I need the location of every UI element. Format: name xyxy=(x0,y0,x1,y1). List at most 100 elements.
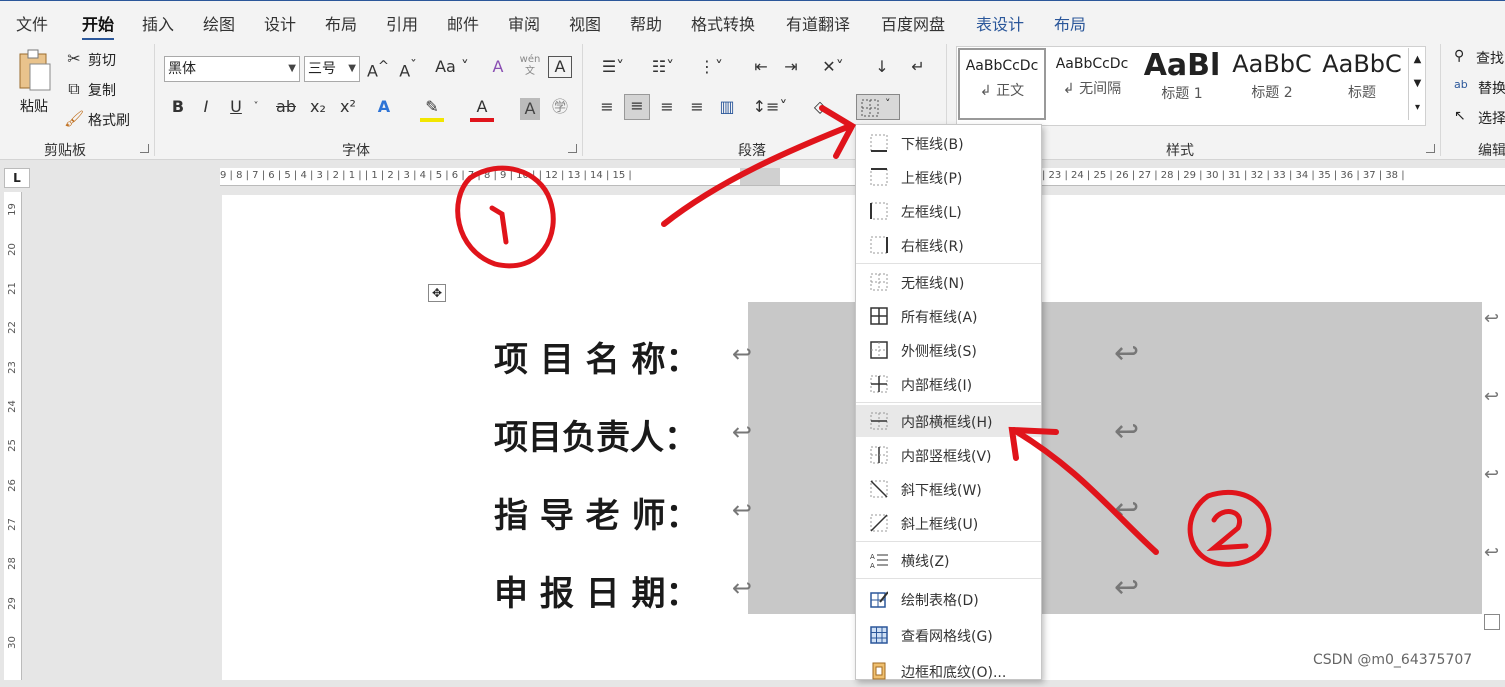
clipboard-launcher-icon[interactable] xyxy=(140,144,149,153)
menu-item-outside-borders[interactable]: 外侧框线(S) xyxy=(856,334,1041,366)
chevron-down-icon[interactable]: ▼ xyxy=(1409,72,1426,96)
style-normal[interactable]: AaBbCcDc ↲ 正文 xyxy=(958,48,1046,120)
tab-table-layout[interactable]: 布局 xyxy=(1054,11,1086,35)
text-effects-icon[interactable]: A xyxy=(372,96,396,118)
tab-home[interactable]: 开始 xyxy=(82,11,115,41)
menu-item-bottom-border[interactable]: 下框线(B) xyxy=(856,127,1041,159)
tab-view[interactable]: 视图 xyxy=(569,11,601,35)
tab-design[interactable]: 设计 xyxy=(264,11,296,35)
chevron-up-icon[interactable]: ▲ xyxy=(1409,48,1426,72)
no-border-icon xyxy=(870,273,888,291)
tab-file[interactable]: 文件 xyxy=(16,11,48,35)
table-move-handle-icon[interactable]: ✥ xyxy=(428,284,446,302)
tab-layout[interactable]: 布局 xyxy=(325,11,357,35)
menu-item-all-borders[interactable]: 所有框线(A) xyxy=(856,300,1041,332)
tab-review[interactable]: 审阅 xyxy=(508,11,540,35)
menu-item-left-border[interactable]: 左框线(L) xyxy=(856,195,1041,227)
style-heading-1[interactable]: AaBl 标题 1 xyxy=(1138,48,1226,120)
menu-item-label: 绘制表格(D) xyxy=(901,593,979,609)
vertical-ruler[interactable]: 19 20 21 22 23 24 25 26 27 28 29 30 xyxy=(4,192,22,680)
tab-table-design[interactable]: 表设计 xyxy=(976,11,1024,35)
tab-mailings[interactable]: 邮件 xyxy=(447,11,479,35)
char-border-button[interactable]: A xyxy=(548,56,572,78)
tab-references[interactable]: 引用 xyxy=(386,11,418,35)
more-icon[interactable]: ▾ xyxy=(1409,96,1426,120)
copy-button[interactable]: ⧉ 复制 xyxy=(64,78,144,100)
tab-draw[interactable]: 绘图 xyxy=(203,11,235,35)
grow-font-button[interactable]: A^ xyxy=(366,56,390,82)
numbering-icon[interactable]: ☷˅ xyxy=(646,56,680,78)
menu-item-inside-horizontal-border[interactable]: 内部横框线(H) xyxy=(856,405,1041,437)
tab-format-convert[interactable]: 格式转换 xyxy=(691,11,755,35)
borders-button[interactable]: ˅ xyxy=(856,94,900,120)
paste-label: 粘贴 xyxy=(20,99,48,115)
menu-item-diagonal-up-border[interactable]: 斜上框线(U) xyxy=(856,507,1041,539)
tab-help[interactable]: 帮助 xyxy=(630,11,662,35)
font-color-icon[interactable]: A xyxy=(470,96,494,122)
style-no-spacing[interactable]: AaBbCcDc ↲ 无间隔 xyxy=(1048,48,1136,120)
font-size-combo[interactable]: 三号 ▼ xyxy=(304,56,360,82)
show-marks-icon[interactable]: ↵ xyxy=(906,56,930,78)
shrink-font-button[interactable]: Aˇ xyxy=(396,56,420,82)
font-name-combo[interactable]: 黑体 ▼ xyxy=(164,56,300,82)
align-right-icon[interactable]: ≡ xyxy=(656,96,678,118)
paste-button[interactable]: 粘贴 xyxy=(16,48,56,128)
menu-item-right-border[interactable]: 右框线(R) xyxy=(856,229,1041,261)
draw-table-icon xyxy=(870,591,888,608)
replace-button[interactable]: ab 替换 xyxy=(1454,76,1505,98)
justify-icon[interactable]: ≡ xyxy=(686,96,708,118)
clipboard-icon xyxy=(19,49,51,91)
decrease-indent-icon[interactable]: ⇤ xyxy=(750,56,772,78)
tab-selector[interactable]: L xyxy=(4,168,30,188)
chevron-down-icon[interactable]: ˅ xyxy=(250,96,262,118)
menu-item-horizontal-line[interactable]: AA 横线(Z) xyxy=(856,544,1041,576)
font-launcher-icon[interactable] xyxy=(568,144,577,153)
select-button[interactable]: ↖ 选择 xyxy=(1454,106,1505,128)
bold-button[interactable]: B xyxy=(168,96,188,118)
italic-button[interactable]: I xyxy=(196,96,216,118)
tab-insert[interactable]: 插入 xyxy=(142,11,174,35)
align-center-icon[interactable]: ≡ xyxy=(624,94,650,120)
menu-item-label: 内部框线(I) xyxy=(901,378,973,394)
char-shading-icon[interactable]: A xyxy=(520,98,540,120)
menu-item-inside-vertical-border[interactable]: 内部竖框线(V) xyxy=(856,439,1041,471)
multilevel-list-icon[interactable]: ⋮˅ xyxy=(694,56,728,78)
menu-item-borders-shading[interactable]: 边框和底纹(O)... xyxy=(856,655,1041,687)
menu-item-inside-borders[interactable]: 内部框线(I) xyxy=(856,368,1041,400)
sort-icon[interactable]: ↓ xyxy=(870,56,894,78)
distributed-icon[interactable]: ▥ xyxy=(716,96,738,118)
format-painter-button[interactable]: 🖌 格式刷 xyxy=(64,108,144,130)
find-button[interactable]: ⚲ 查找 xyxy=(1454,46,1505,68)
superscript-button[interactable]: x² xyxy=(336,96,360,118)
cut-button[interactable]: ✂ 剪切 xyxy=(64,48,144,70)
style-title[interactable]: AaBbC 标题 xyxy=(1318,48,1406,120)
menu-item-view-gridlines[interactable]: 查看网格线(G) xyxy=(856,619,1041,651)
chinese-layout-icon[interactable]: ✕˅ xyxy=(816,56,850,78)
highlight-icon[interactable]: ✎ xyxy=(420,96,444,122)
menu-item-diagonal-down-border[interactable]: 斜下框线(W) xyxy=(856,473,1041,505)
underline-button[interactable]: U xyxy=(224,96,248,118)
line-spacing-icon[interactable]: ↕≡˅ xyxy=(750,96,790,118)
tab-baidu-pan[interactable]: 百度网盘 xyxy=(881,11,945,35)
menu-item-draw-table[interactable]: 绘制表格(D) xyxy=(856,583,1041,615)
table-resize-handle[interactable] xyxy=(1484,614,1500,630)
menu-divider xyxy=(856,402,1041,403)
menu-item-no-border[interactable]: 无框线(N) xyxy=(856,266,1041,298)
styles-launcher-icon[interactable] xyxy=(1426,144,1435,153)
style-heading-2[interactable]: AaBbC 标题 2 xyxy=(1228,48,1316,120)
strikethrough-button[interactable]: ab xyxy=(274,96,298,118)
phonetic-guide-button[interactable]: wén 文 xyxy=(516,54,544,78)
styles-scroll[interactable]: ▲ ▼ ▾ xyxy=(1408,48,1426,120)
ruler-number: 30 xyxy=(6,636,18,649)
increase-indent-icon[interactable]: ⇥ xyxy=(780,56,802,78)
menu-item-top-border[interactable]: 上框线(P) xyxy=(856,161,1041,193)
clear-format-icon[interactable]: A xyxy=(486,56,510,78)
subscript-button[interactable]: x₂ xyxy=(306,96,330,118)
enclose-char-icon[interactable]: ㊫ xyxy=(548,96,572,118)
tab-youdao[interactable]: 有道翻译 xyxy=(786,11,850,35)
indent-marker[interactable] xyxy=(740,168,780,185)
align-left-icon[interactable]: ≡ xyxy=(596,96,618,118)
change-case-button[interactable]: Aa ˅ xyxy=(432,56,472,78)
bullets-icon[interactable]: ☰˅ xyxy=(596,56,630,78)
shading-icon[interactable]: ◇ xyxy=(808,96,832,118)
